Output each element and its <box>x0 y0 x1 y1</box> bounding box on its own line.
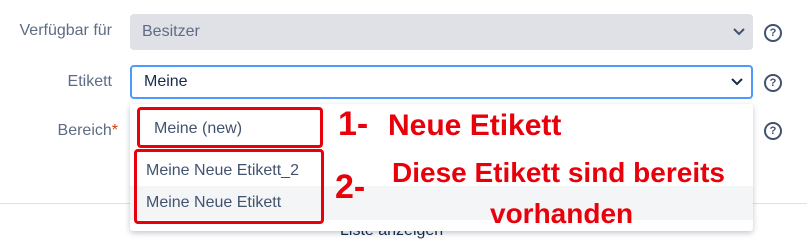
help-icon[interactable]: ? <box>764 24 782 42</box>
label-select[interactable]: Meine <box>130 65 753 99</box>
available-for-value: Besitzer <box>142 23 200 40</box>
scope-label: Bereich* <box>0 122 118 140</box>
help-icon[interactable]: ? <box>764 122 782 140</box>
chevron-down-icon <box>733 23 745 41</box>
available-for-label: Verfügbar für <box>19 22 113 39</box>
annotation-one-text: Neue Etikett <box>388 109 562 142</box>
help-icon[interactable]: ? <box>764 74 782 92</box>
annotation-box-new <box>137 107 323 148</box>
label-select-value: Meine <box>144 73 188 90</box>
annotation-one-number: 1- <box>338 105 369 143</box>
chevron-down-icon <box>731 73 743 91</box>
required-asterisk: * <box>111 122 118 139</box>
annotation-two-text-line2: vorhanden <box>490 198 634 229</box>
available-for-select[interactable]: Besitzer <box>130 14 753 50</box>
annotation-two-number: 2- <box>335 168 366 206</box>
annotation-box-existing <box>134 149 324 224</box>
scope-label-text: Bereich <box>57 122 112 139</box>
annotation-two-text-line1: Diese Etikett sind bereits <box>392 157 726 188</box>
label-field-label: Etikett <box>67 73 112 90</box>
